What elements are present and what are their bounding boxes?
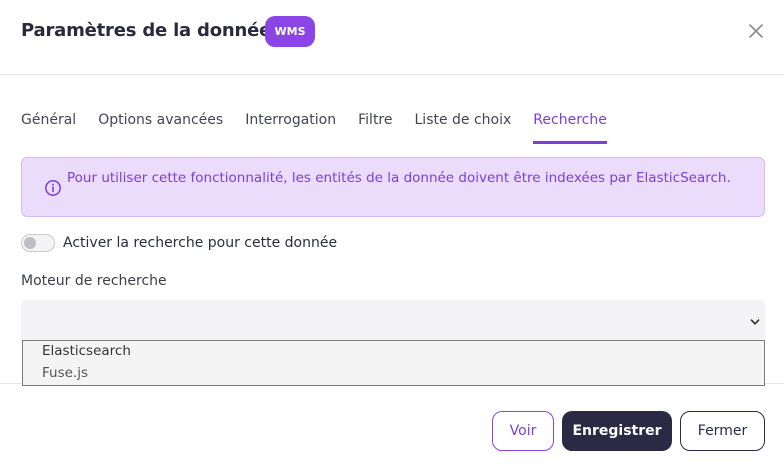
alert-message: Pour utiliser cette fonctionnalité, les … <box>67 170 731 186</box>
save-button[interactable]: Enregistrer <box>562 411 672 451</box>
tab-bar: Général Options avancées Interrogation F… <box>21 110 607 144</box>
wms-badge: WMS <box>265 16 315 47</box>
engine-label: Moteur de recherche <box>21 273 167 289</box>
tab-general[interactable]: Général <box>21 110 76 144</box>
dialog-header: Paramètres de la donnée WMS <box>0 0 784 75</box>
close-button[interactable]: Fermer <box>680 411 765 451</box>
engine-options-list: Elasticsearch Fuse.js <box>22 340 765 386</box>
tab-advanced-options[interactable]: Options avancées <box>98 110 223 144</box>
close-icon[interactable] <box>746 21 766 41</box>
tab-choice-list[interactable]: Liste de choix <box>415 110 512 144</box>
option-elasticsearch[interactable]: Elasticsearch <box>42 343 131 359</box>
option-fusejs[interactable]: Fuse.js <box>42 365 88 381</box>
search-toggle-label: Activer la recherche pour cette donnée <box>63 235 338 251</box>
chevron-down-icon <box>749 313 761 325</box>
view-button[interactable]: Voir <box>492 411 554 451</box>
engine-select[interactable] <box>21 300 765 340</box>
dialog-title: Paramètres de la donnée <box>21 20 272 41</box>
tab-interrogation[interactable]: Interrogation <box>245 110 336 144</box>
search-toggle[interactable] <box>21 234 55 252</box>
info-icon <box>44 179 62 197</box>
info-alert: Pour utiliser cette fonctionnalité, les … <box>21 157 765 217</box>
tab-filter[interactable]: Filtre <box>358 110 392 144</box>
tab-search[interactable]: Recherche <box>533 110 607 144</box>
toggle-knob <box>24 237 36 249</box>
